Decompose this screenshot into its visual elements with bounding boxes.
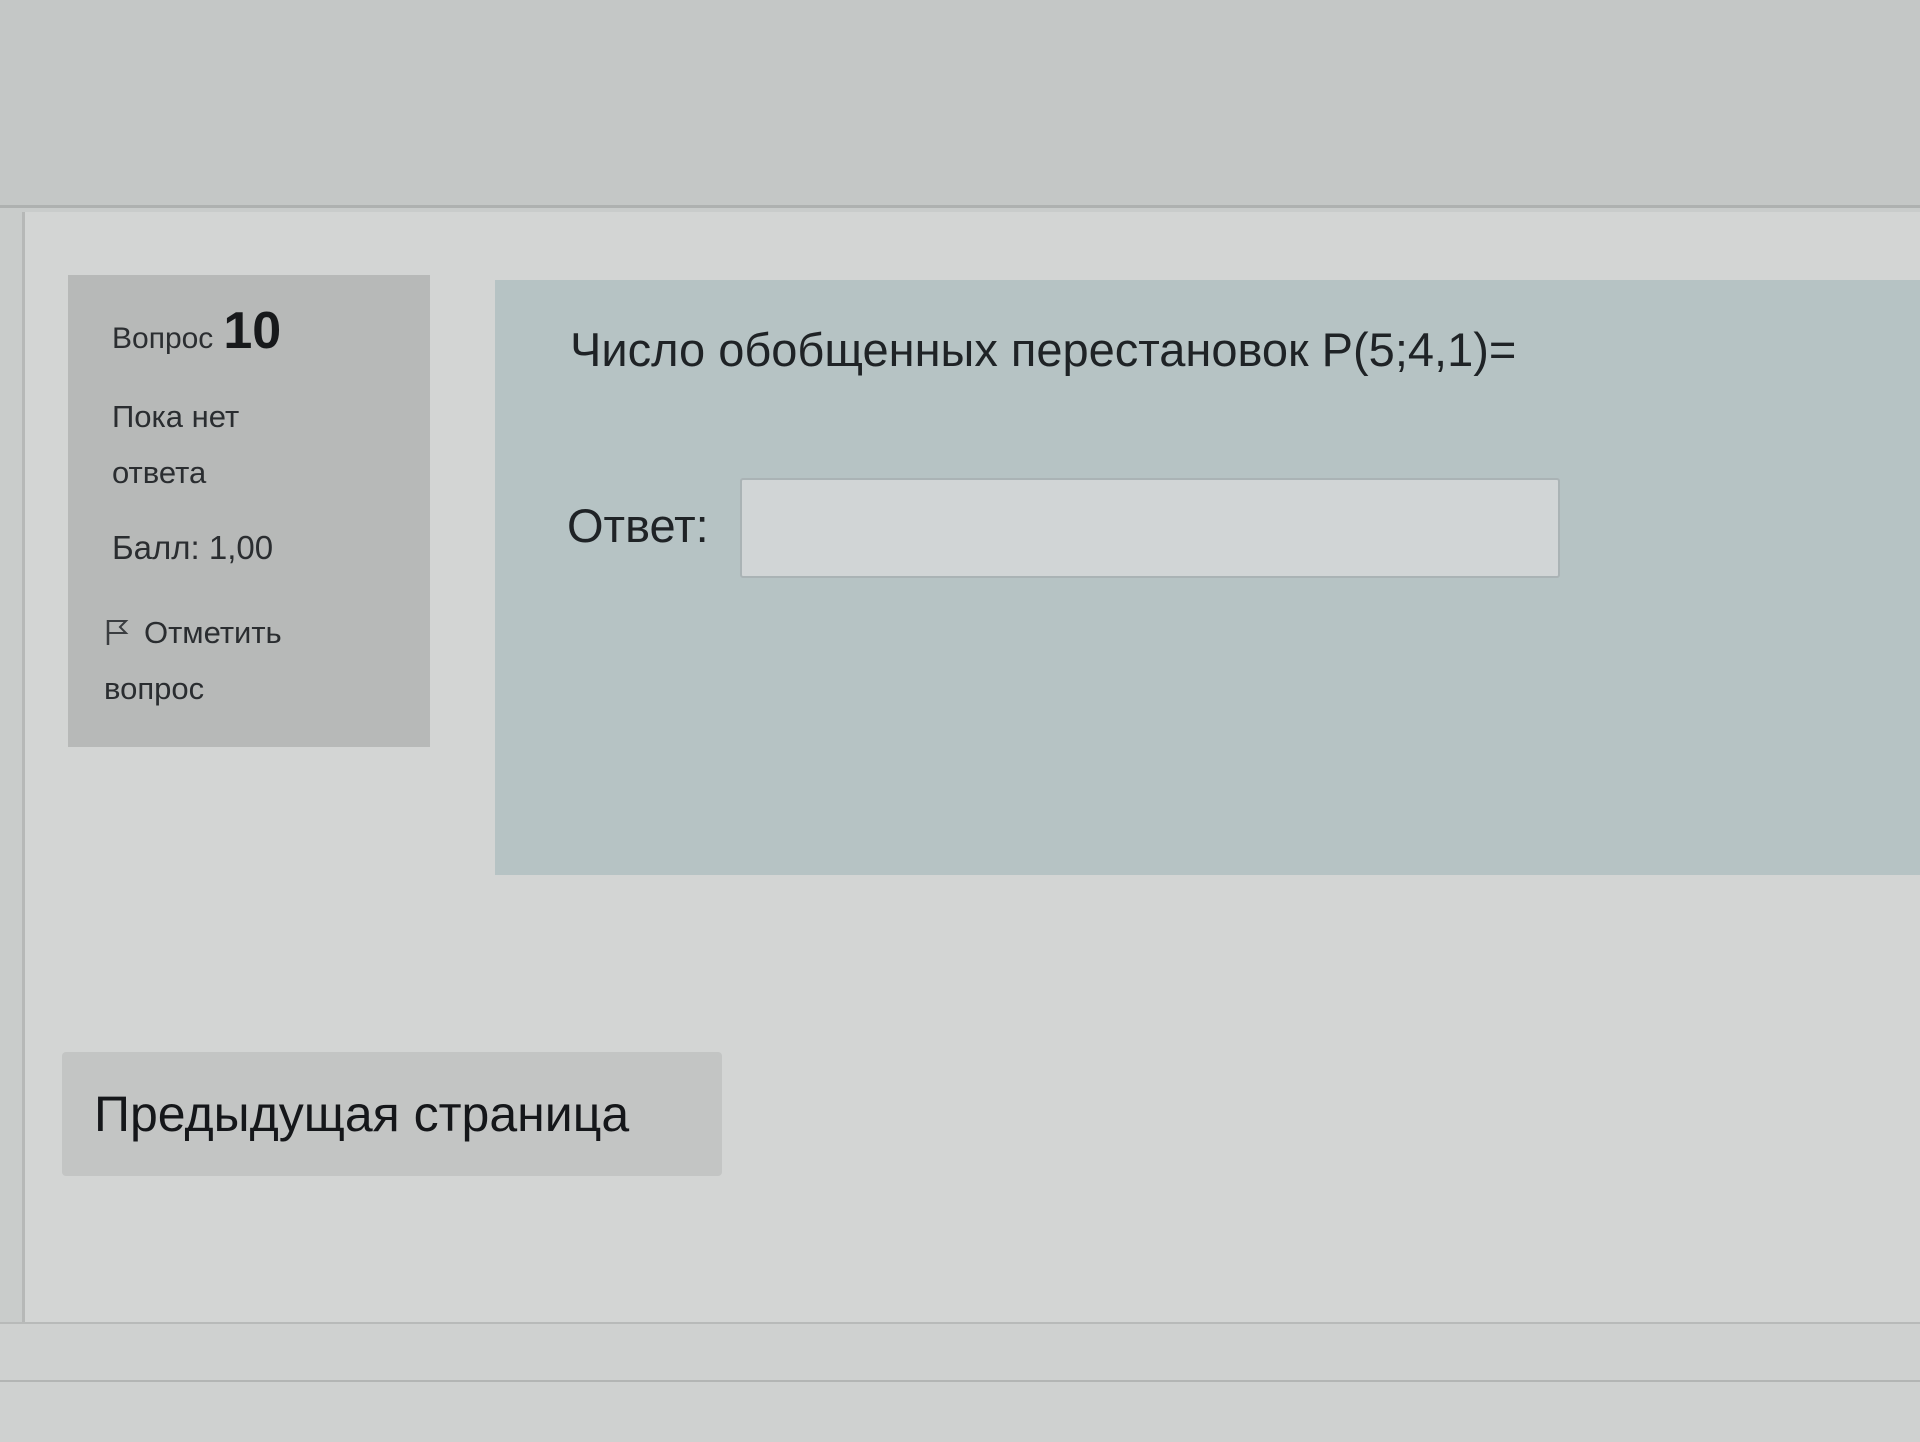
footer-area bbox=[0, 1322, 1920, 1442]
flag-question-link[interactable]: Отметить вопрос bbox=[104, 605, 374, 717]
flag-icon bbox=[104, 609, 130, 645]
question-state: Пока нет ответа bbox=[112, 399, 240, 490]
question-text: Число обобщенных перестановок P(5;4,1)= bbox=[570, 323, 1517, 376]
question-label: Вопрос bbox=[112, 322, 214, 355]
question-content-panel: Число обобщенных перестановок P(5;4,1)= … bbox=[495, 280, 1920, 875]
question-info-box: Вопрос 10 Пока нет ответа Балл: 1,00 Отм… bbox=[68, 275, 430, 747]
answer-input[interactable] bbox=[740, 478, 1560, 578]
answer-label: Ответ: bbox=[567, 499, 709, 552]
previous-page-button[interactable]: Предыдущая страница bbox=[62, 1052, 722, 1176]
question-number-line: Вопрос 10 bbox=[112, 301, 408, 361]
footer-divider bbox=[0, 1380, 1920, 1382]
question-grade: Балл: 1,00 bbox=[112, 529, 274, 566]
flag-question-label: Отметить вопрос bbox=[104, 615, 282, 706]
question-number: 10 bbox=[223, 302, 282, 360]
header-area bbox=[0, 0, 1920, 208]
